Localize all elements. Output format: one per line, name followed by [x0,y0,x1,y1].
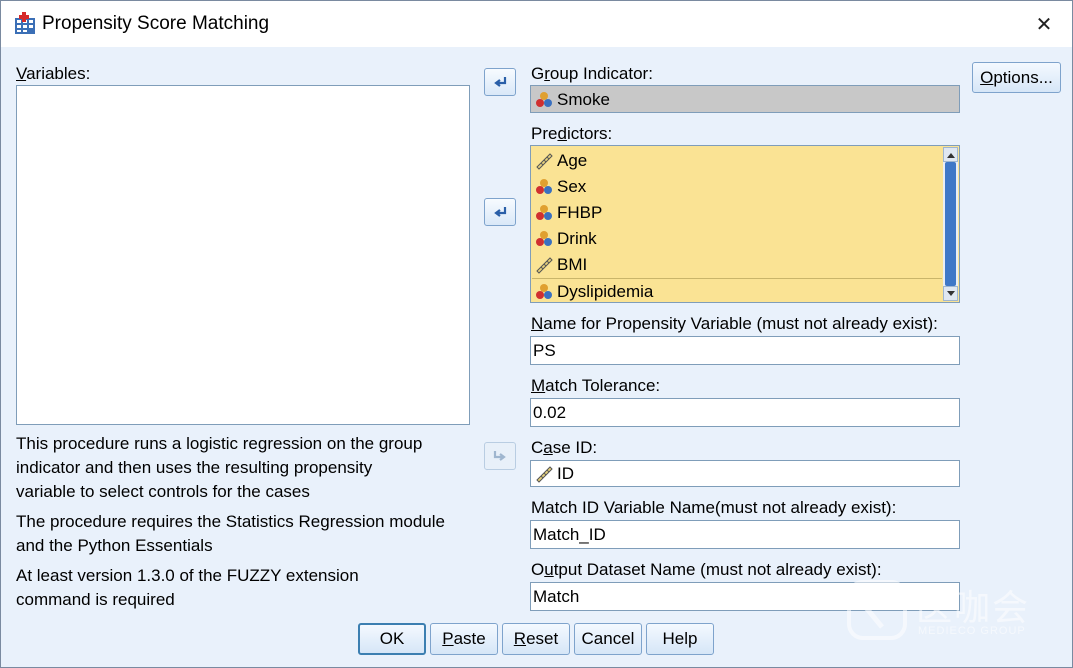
predictor-item-age[interactable]: Age [535,148,587,174]
close-button[interactable]: ✕ [1024,7,1064,41]
nominal-icon [536,179,552,194]
paste-button[interactable]: Paste [430,623,498,655]
variables-listbox[interactable] [16,85,470,425]
move-group-indicator-button[interactable] [484,68,516,96]
scroll-down-button[interactable] [943,286,958,301]
nominal-icon [536,231,552,246]
predictors-listbox[interactable]: Age Sex FHBP Drink BMI Dyslipidemia [530,145,960,303]
match-tolerance-label: Match Tolerance: [531,376,661,395]
match-id-input[interactable]: Match_ID [530,520,960,549]
scale-ruler-icon [536,466,553,483]
description-paragraph-2: The procedure requires the Statistics Re… [16,512,445,555]
description-paragraph-3: At least version 1.3.0 of the FUZZY exte… [16,566,359,609]
scroll-thumb[interactable] [945,162,956,286]
help-button[interactable]: Help [646,623,714,655]
predictor-item-fhbp[interactable]: FHBP [535,200,602,226]
ok-button[interactable]: OK [358,623,426,655]
move-predictors-button[interactable] [484,198,516,226]
move-case-id-button[interactable] [484,442,516,470]
output-dataset-label: Output Dataset Name (must not already ex… [531,560,882,579]
propensity-variable-input[interactable]: PS [530,336,960,365]
scale-ruler-icon [536,153,553,170]
spss-app-icon [15,12,35,34]
title-bar: Propensity Score Matching ✕ [1,1,1072,47]
group-indicator-item: Smoke [535,87,610,112]
scroll-up-button[interactable] [943,147,958,162]
case-id-item: ID [535,461,574,486]
predictor-item-dyslipidemia[interactable]: Dyslipidemia [532,278,942,304]
group-indicator-field[interactable]: Smoke [530,85,960,113]
group-indicator-label: Group Indicator: [531,64,653,83]
arrow-left-icon [494,77,507,87]
description-paragraph-1: This procedure runs a logistic regressio… [16,434,423,501]
match-id-label: Match ID Variable Name(must not already … [531,498,897,517]
nominal-icon [536,283,552,299]
options-button[interactable]: Options... [972,62,1061,93]
arrow-down-icon [946,290,955,296]
variables-label: Variables: [16,64,91,83]
close-icon: ✕ [1035,13,1053,36]
nominal-icon [536,92,552,107]
predictors-label: Predictors: [531,124,613,143]
dialog-window: Propensity Score Matching ✕ Variables: T… [0,0,1073,668]
predictor-item-bmi[interactable]: BMI [535,252,587,278]
propensity-variable-label: Name for Propensity Variable (must not a… [531,314,938,333]
arrow-left-icon [494,207,507,217]
predictor-item-sex[interactable]: Sex [535,174,586,200]
nominal-icon [536,205,552,220]
reset-button[interactable]: Reset [502,623,570,655]
window-title: Propensity Score Matching [42,13,270,34]
case-id-label: Case ID: [531,438,598,457]
arrow-up-icon [946,152,955,158]
match-tolerance-input[interactable]: 0.02 [530,398,960,427]
predictors-scrollbar[interactable] [943,147,958,301]
predictor-item-drink[interactable]: Drink [535,226,597,252]
cancel-button[interactable]: Cancel [574,623,642,655]
scale-ruler-icon [536,257,553,274]
case-id-field[interactable]: ID [530,460,960,487]
arrow-right-icon [493,451,506,461]
watermark-subtext: MEDIECO GROUP [918,625,1026,637]
output-dataset-input[interactable]: Match [530,582,960,611]
